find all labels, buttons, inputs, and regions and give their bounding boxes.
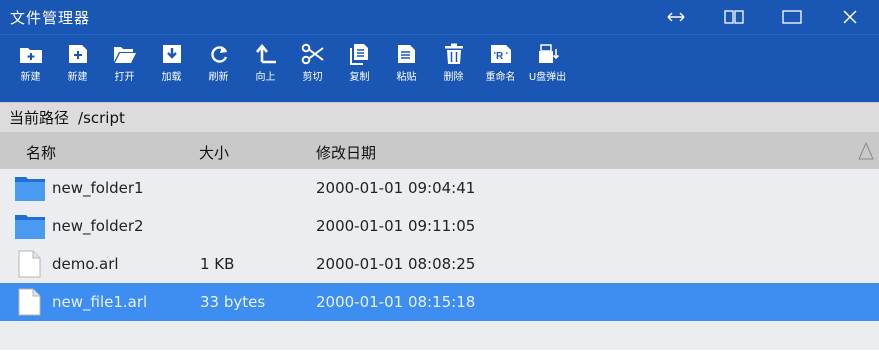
path-label: 当前路径 xyxy=(9,109,70,127)
path-bar: 当前路径 /script xyxy=(0,102,879,133)
maximize-icon xyxy=(782,10,802,24)
close-icon xyxy=(843,10,857,24)
list-item[interactable]: new_folder2 2000-01-01 09:11:05 xyxy=(0,207,879,245)
up-button[interactable]: 向上 xyxy=(247,35,284,83)
column-header-name[interactable]: 名称 xyxy=(26,142,56,163)
usb-eject-button[interactable]: U盘弹出 xyxy=(529,35,566,83)
file-icon xyxy=(18,288,41,316)
rename-button[interactable]: R 重命名 xyxy=(482,35,519,83)
load-label: 加载 xyxy=(161,72,182,83)
file-list: new_folder1 2000-01-01 09:04:41 new_fold… xyxy=(0,169,879,350)
new-folder-button[interactable]: 新建 xyxy=(12,35,49,83)
refresh-label: 刷新 xyxy=(208,72,229,83)
file-size: 33 bytes xyxy=(200,293,266,311)
list-header: 名称 大小 修改日期 xyxy=(0,133,879,169)
maximize-button[interactable] xyxy=(763,0,821,34)
swap-icon xyxy=(667,12,685,22)
copy-button[interactable]: 复制 xyxy=(341,35,378,83)
paste-label: 粘贴 xyxy=(396,72,417,83)
svg-text:R: R xyxy=(496,51,504,62)
refresh-icon xyxy=(207,43,231,65)
up-arrow-icon xyxy=(254,43,278,65)
copy-label: 复制 xyxy=(349,72,370,83)
path-value: /script xyxy=(78,108,125,127)
close-button[interactable] xyxy=(821,0,879,34)
restore-icon xyxy=(724,10,744,24)
file-date: 2000-01-01 09:11:05 xyxy=(316,217,476,235)
file-size: 1 KB xyxy=(200,255,235,273)
window-title: 文件管理器 xyxy=(10,8,91,27)
new-folder-label: 新建 xyxy=(20,72,41,83)
paste-button[interactable]: 粘贴 xyxy=(388,35,425,83)
folder-icon xyxy=(15,177,45,201)
sort-arrow-icon[interactable] xyxy=(857,141,875,161)
file-icon xyxy=(18,250,41,278)
rename-icon: R xyxy=(489,43,513,65)
open-folder-icon xyxy=(113,43,137,65)
file-name: new_folder2 xyxy=(52,217,144,235)
file-date: 2000-01-01 09:04:41 xyxy=(316,179,476,197)
column-header-date[interactable]: 修改日期 xyxy=(316,142,376,163)
file-manager-window: 文件管理器 新建 新建 打开 加载 刷新 向上 剪切 复制 粘贴 删除 R 重命… xyxy=(0,0,879,351)
swap-button[interactable] xyxy=(647,0,705,34)
new-folder-icon xyxy=(19,43,43,65)
up-label: 向上 xyxy=(255,72,276,83)
new-file-icon xyxy=(66,43,90,65)
open-label: 打开 xyxy=(114,72,135,83)
scissors-icon xyxy=(301,43,325,65)
restore-button[interactable] xyxy=(705,0,763,34)
paste-icon xyxy=(395,43,419,65)
refresh-button[interactable]: 刷新 xyxy=(200,35,237,83)
usb-eject-icon xyxy=(536,43,560,65)
cut-label: 剪切 xyxy=(302,72,323,83)
trash-icon xyxy=(442,43,466,65)
cut-button[interactable]: 剪切 xyxy=(294,35,331,83)
file-name: demo.arl xyxy=(52,255,119,273)
file-name: new_folder1 xyxy=(52,179,144,197)
window-controls xyxy=(647,0,879,34)
load-icon xyxy=(160,43,184,65)
list-item-selected[interactable]: new_file1.arl 33 bytes 2000-01-01 08:15:… xyxy=(0,283,879,321)
open-button[interactable]: 打开 xyxy=(106,35,143,83)
file-name: new_file1.arl xyxy=(52,293,148,311)
new-file-label: 新建 xyxy=(67,72,88,83)
toolbar: 新建 新建 打开 加载 刷新 向上 剪切 复制 粘贴 删除 R 重命名 U盘弹出 xyxy=(0,34,879,102)
new-file-button[interactable]: 新建 xyxy=(59,35,96,83)
delete-button[interactable]: 删除 xyxy=(435,35,472,83)
folder-icon xyxy=(15,215,45,239)
file-date: 2000-01-01 08:08:25 xyxy=(316,255,476,273)
load-button[interactable]: 加载 xyxy=(153,35,190,83)
column-header-size[interactable]: 大小 xyxy=(199,142,229,163)
file-date: 2000-01-01 08:15:18 xyxy=(316,293,476,311)
delete-label: 删除 xyxy=(443,72,464,83)
title-bar: 文件管理器 xyxy=(0,0,879,34)
list-item[interactable]: new_folder1 2000-01-01 09:04:41 xyxy=(0,169,879,207)
rename-label: 重命名 xyxy=(485,72,516,83)
copy-icon xyxy=(348,43,372,65)
list-item[interactable]: demo.arl 1 KB 2000-01-01 08:08:25 xyxy=(0,245,879,283)
usb-eject-label: U盘弹出 xyxy=(528,72,567,83)
